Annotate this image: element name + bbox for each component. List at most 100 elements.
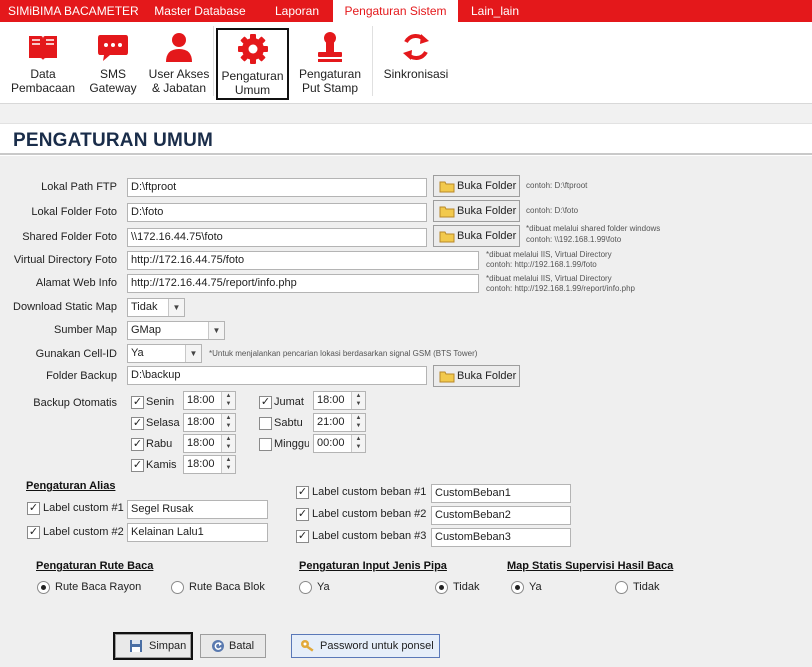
alias-custom1-input[interactable]: Segel Rusak <box>127 500 268 519</box>
ribbon-label: SMS <box>99 67 126 81</box>
spin-arrows-icon[interactable]: ▲ ▼ <box>221 435 235 452</box>
folder-backup-browse-button[interactable]: Buka Folder <box>433 365 520 387</box>
shared-folder-foto-browse-button[interactable]: Buka Folder <box>433 225 520 247</box>
user-akses-button[interactable]: User Akses & Jabatan <box>146 28 212 100</box>
chevron-down-icon[interactable]: ▼ <box>208 322 224 339</box>
sumber-map-label: Sumber Map <box>54 324 117 336</box>
map-statis-tidak-radio[interactable] <box>615 581 628 594</box>
note-text: contoh: D:\foto <box>526 206 579 215</box>
virtual-directory-foto-input[interactable]: http://172.16.44.75/foto <box>127 251 479 270</box>
cancel-button[interactable]: Batal <box>200 634 266 658</box>
ribbon-label: User Akses <box>148 67 210 81</box>
backup-minggu-time[interactable]: 00:00 ▲ ▼ <box>313 434 366 453</box>
time-value: 18:00 <box>187 416 215 428</box>
alias-custom1-label: Label custom #1 <box>43 502 124 514</box>
ribbon-footer-strip <box>0 104 812 124</box>
password-ponsel-button[interactable]: Password untuk ponsel <box>291 634 440 658</box>
lokal-path-ftp-input[interactable]: D:\ftproot <box>127 178 427 197</box>
rute-baca-rayon-radio[interactable] <box>37 581 50 594</box>
rute-baca-blok-radio[interactable] <box>171 581 184 594</box>
save-button[interactable]: Simpan <box>113 632 193 660</box>
password-ponsel-label: Password untuk ponsel <box>320 640 434 652</box>
cancel-label: Batal <box>229 640 255 652</box>
lokal-folder-foto-browse-button[interactable]: Buka Folder <box>433 200 520 222</box>
spin-arrows-icon[interactable]: ▲ ▼ <box>351 414 365 431</box>
tab-pengaturan-sistem[interactable]: Pengaturan Sistem <box>333 0 458 22</box>
backup-sabtu-checkbox[interactable] <box>259 417 272 430</box>
note-text: *dibuat melalui IIS, Virtual Directory <box>486 250 612 259</box>
folder-icon <box>439 181 455 193</box>
app-title[interactable]: SIMiBIMA BACAMETER <box>0 0 143 22</box>
alias-beban1-input[interactable]: CustomBeban1 <box>431 484 571 503</box>
backup-senin-checkbox[interactable]: ✓ <box>131 396 144 409</box>
select-value: Tidak <box>131 301 158 313</box>
sinkronisasi-button[interactable]: Sinkronisasi <box>380 28 452 100</box>
sumber-map-select[interactable]: GMap ▼ <box>127 321 225 340</box>
note-text: contoh: http://192.168.1.99/report/info.… <box>486 284 635 293</box>
rute-baca-rayon-label: Rute Baca Rayon <box>55 581 142 593</box>
map-statis-heading: Map Statis Supervisi Hasil Baca <box>507 560 674 572</box>
backup-senin-time[interactable]: 18:00 ▲ ▼ <box>183 391 236 410</box>
backup-otomatis-label: Backup Otomatis <box>33 397 117 409</box>
pengaturan-umum-button[interactable]: Pengaturan Umum <box>216 28 289 100</box>
key-icon <box>301 640 314 652</box>
download-static-map-select[interactable]: Tidak ▼ <box>127 298 185 317</box>
save-icon <box>130 640 142 652</box>
input-pipa-tidak-radio[interactable] <box>435 581 448 594</box>
spin-arrows-icon[interactable]: ▲ ▼ <box>221 414 235 431</box>
alias-custom2-input[interactable]: Kelainan Lalu1 <box>127 523 268 542</box>
alias-beban3-input[interactable]: CustomBeban3 <box>431 528 571 547</box>
tab-laporan[interactable]: Laporan <box>262 0 332 22</box>
alias-custom2-checkbox[interactable]: ✓ <box>27 526 40 539</box>
stamp-icon <box>318 32 342 62</box>
map-statis-ya-radio[interactable] <box>511 581 524 594</box>
note-text: *dibuat melalui shared folder windows <box>526 224 661 233</box>
backup-day-label: Rabu <box>146 438 173 450</box>
lokal-path-ftp-browse-button[interactable]: Buka Folder <box>433 175 520 197</box>
spin-arrows-icon[interactable]: ▲ ▼ <box>351 392 365 409</box>
folder-backup-input[interactable]: D:\backup <box>127 366 427 385</box>
backup-sabtu-time[interactable]: 21:00 ▲ ▼ <box>313 413 366 432</box>
gunakan-cell-id-select[interactable]: Ya ▼ <box>127 344 202 363</box>
tab-lain-lain[interactable]: Lain_lain <box>460 0 530 22</box>
backup-selasa-time[interactable]: 18:00 ▲ ▼ <box>183 413 236 432</box>
ribbon-label: Data <box>30 67 56 81</box>
spin-arrows-icon[interactable]: ▲ ▼ <box>351 435 365 452</box>
pengaturan-put-stamp-button[interactable]: Pengaturan Put Stamp <box>292 28 368 100</box>
input-pipa-ya-radio[interactable] <box>299 581 312 594</box>
backup-kamis-time[interactable]: 18:00 ▲ ▼ <box>183 455 236 474</box>
backup-kamis-checkbox[interactable]: ✓ <box>131 459 144 472</box>
ribbon-label: & Jabatan <box>151 81 207 95</box>
spin-arrows-icon[interactable]: ▲ ▼ <box>221 456 235 473</box>
shared-folder-foto-input[interactable]: \\172.16.44.75\foto <box>127 228 427 247</box>
note-text: contoh: \\192.168.1.99\foto <box>526 235 622 244</box>
ribbon-separator <box>372 26 373 96</box>
backup-selasa-checkbox[interactable]: ✓ <box>131 417 144 430</box>
backup-rabu-checkbox[interactable]: ✓ <box>131 438 144 451</box>
backup-minggu-checkbox[interactable] <box>259 438 272 451</box>
backup-day-label: Selasa <box>146 417 180 429</box>
spin-arrows-icon[interactable]: ▲ ▼ <box>221 392 235 409</box>
time-value: 00:00 <box>317 437 345 449</box>
lokal-folder-foto-input[interactable]: D:\foto <box>127 203 427 222</box>
backup-rabu-time[interactable]: 18:00 ▲ ▼ <box>183 434 236 453</box>
alamat-web-info-input[interactable]: http://172.16.44.75/report/info.php <box>127 274 479 293</box>
folder-icon <box>439 371 455 383</box>
data-pembacaan-button[interactable]: Data Pembacaan <box>6 28 80 100</box>
alias-beban3-checkbox[interactable]: ✓ <box>296 530 309 543</box>
page-title: PENGATURAN UMUM <box>13 130 214 151</box>
chevron-down-icon[interactable]: ▼ <box>185 345 201 362</box>
book-icon <box>29 36 57 60</box>
alias-beban2-checkbox[interactable]: ✓ <box>296 508 309 521</box>
alias-custom1-checkbox[interactable]: ✓ <box>27 502 40 515</box>
gear-icon <box>237 34 268 64</box>
top-menu-bar: SIMiBIMA BACAMETER Master Database Lapor… <box>0 0 812 22</box>
alias-beban1-checkbox[interactable]: ✓ <box>296 486 309 499</box>
alias-beban1-label: Label custom beban #1 <box>312 486 427 498</box>
tab-master-database[interactable]: Master Database <box>143 0 257 22</box>
backup-jumat-checkbox[interactable]: ✓ <box>259 396 272 409</box>
alias-beban2-input[interactable]: CustomBeban2 <box>431 506 571 525</box>
backup-jumat-time[interactable]: 18:00 ▲ ▼ <box>313 391 366 410</box>
sms-gateway-button[interactable]: SMS Gateway <box>82 28 144 100</box>
chevron-down-icon[interactable]: ▼ <box>168 299 184 316</box>
